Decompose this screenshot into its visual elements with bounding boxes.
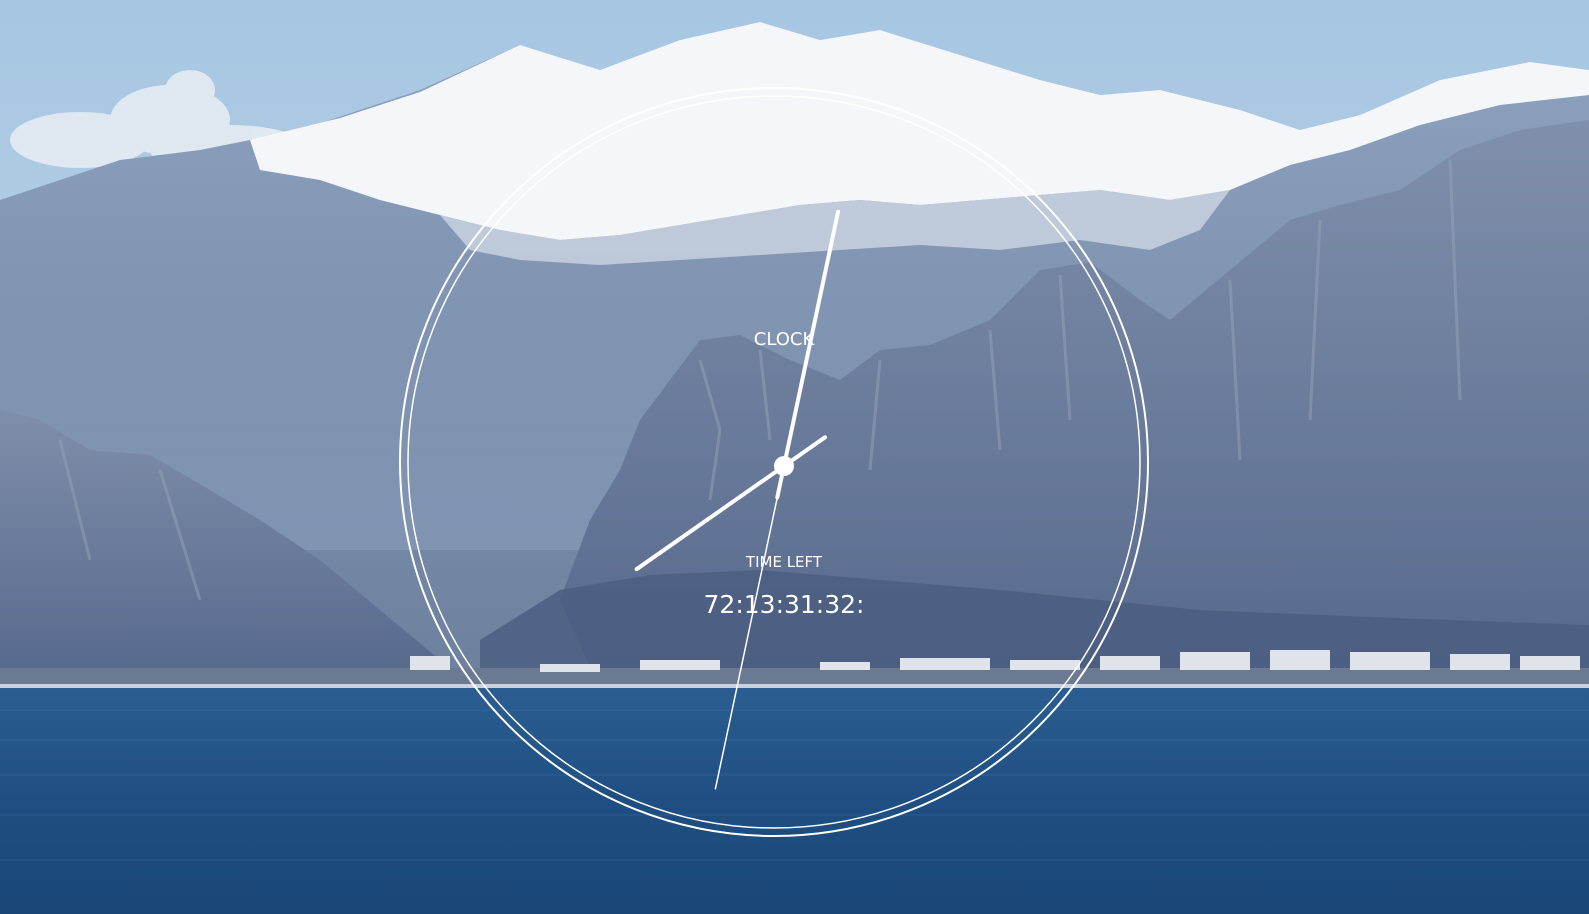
countdown-value: 72:13:31:32:	[704, 590, 865, 619]
clock-widget: CLOCK TIME LEFT 72:13:31:32:	[399, 87, 1149, 837]
time-left-label: TIME LEFT	[745, 553, 823, 571]
clock-center-cap	[774, 456, 794, 476]
hour-hand	[634, 435, 827, 572]
clock-outer-ring	[399, 87, 1149, 837]
clock-label: CLOCK	[754, 329, 816, 350]
clock-inner-ring	[407, 95, 1141, 829]
